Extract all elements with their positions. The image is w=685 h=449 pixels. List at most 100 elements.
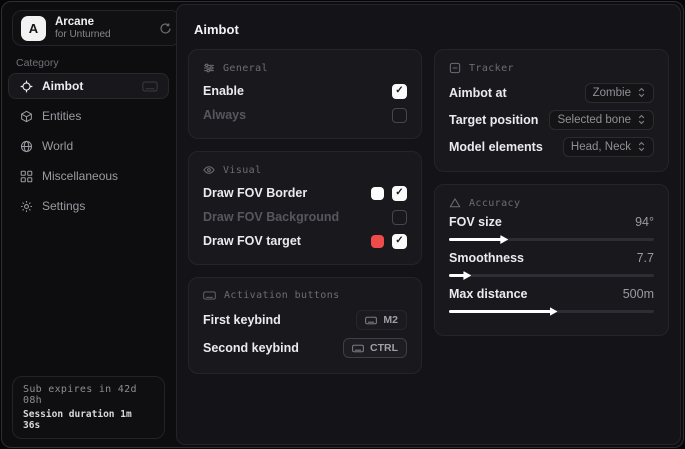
always-checkbox[interactable] — [392, 108, 407, 123]
main-panel: Aimbot General — [176, 4, 681, 445]
brand-card: A Arcane for Unturned — [12, 10, 181, 46]
target-position-select[interactable]: Selected bone — [549, 110, 654, 130]
setting-row-enable: Enable — [203, 80, 407, 102]
card-activation-buttons: Activation buttons First keybind M2 Seco… — [188, 277, 422, 374]
slider-fill — [449, 274, 465, 277]
sidebar-item-label: Entities — [42, 109, 81, 123]
setting-row-model-elements: Model elements Head, Neck — [449, 134, 654, 159]
first-keybind-button[interactable]: M2 — [356, 310, 407, 330]
sidebar-item-entities[interactable]: Entities — [8, 103, 169, 129]
second-keybind-button[interactable]: CTRL — [343, 338, 407, 358]
setting-label: Enable — [203, 84, 244, 98]
card-tracker: Tracker Aimbot at Zombie Target position — [434, 49, 669, 172]
fov-target-checkbox[interactable] — [392, 234, 407, 249]
keyboard-icon — [352, 344, 364, 353]
setting-label: FOV size — [449, 215, 502, 229]
right-column: Tracker Aimbot at Zombie Target position — [434, 49, 669, 374]
setting-row-target-position: Target position Selected bone — [449, 107, 654, 132]
triangle-icon — [449, 197, 461, 209]
sidebar-item-world[interactable]: World — [8, 133, 169, 159]
card-visual: Visual Draw FOV Border Draw FOV Backgrou… — [188, 151, 422, 265]
chevron-up-down-icon — [637, 141, 646, 152]
slider-group-smoothness: Smoothness 7.7 — [449, 251, 654, 277]
setting-row-first-keybind: First keybind M2 — [203, 307, 407, 333]
enable-checkbox[interactable] — [392, 84, 407, 99]
sidebar-item-miscellaneous[interactable]: Miscellaneous — [8, 163, 169, 189]
fov-background-checkbox[interactable] — [392, 210, 407, 225]
max-distance-slider[interactable] — [449, 310, 654, 313]
slider-value: 94° — [635, 215, 654, 229]
setting-label: First keybind — [203, 313, 281, 327]
sidebar-item-aimbot[interactable]: Aimbot — [8, 73, 169, 99]
setting-label: Draw FOV Border — [203, 186, 307, 200]
eye-icon — [203, 164, 215, 176]
keybind-hint-icon — [142, 81, 158, 92]
setting-row-aimbot-at: Aimbot at Zombie — [449, 80, 654, 105]
setting-label: Aimbot at — [449, 86, 507, 100]
color-swatch[interactable] — [371, 235, 384, 248]
card-activation-header: Activation buttons — [203, 290, 407, 301]
select-value: Head, Neck — [571, 141, 631, 153]
sidebar-item-settings[interactable]: Settings — [8, 193, 169, 219]
sliders-icon — [203, 62, 215, 74]
card-title: General — [223, 63, 268, 74]
brand-text: Arcane for Unturned — [55, 16, 150, 41]
slider-value: 500m — [623, 287, 654, 301]
sidebar-item-label: Miscellaneous — [42, 169, 118, 183]
slider-value: 7.7 — [637, 251, 654, 265]
select-value: Selected bone — [557, 114, 631, 126]
slider-thumb[interactable] — [550, 307, 558, 316]
setting-row-fov-background: Draw FOV Background — [203, 206, 407, 228]
category-label: Category — [16, 57, 59, 69]
session-duration-text: Session duration 1m 36s — [23, 409, 154, 431]
sidebar-item-label: Settings — [42, 199, 85, 213]
app-window: A Arcane for Unturned Category Aimbot — [1, 1, 684, 448]
slider-thumb[interactable] — [463, 271, 471, 280]
subscription-info: Sub expires in 42d 08h Session duration … — [12, 376, 165, 439]
cube-icon — [19, 110, 33, 123]
setting-row-always: Always — [203, 104, 407, 126]
cards-layout: General Enable Always — [177, 49, 680, 374]
card-general-header: General — [203, 62, 407, 74]
square-minus-icon — [449, 62, 461, 74]
app-subtitle: for Unturned — [55, 29, 150, 41]
setting-row-fov-border: Draw FOV Border — [203, 182, 407, 204]
chevron-up-down-icon — [637, 114, 646, 125]
fov-size-slider[interactable] — [449, 238, 654, 241]
app-logo: A — [21, 16, 46, 41]
card-tracker-header: Tracker — [449, 62, 654, 74]
sidebar: A Arcane for Unturned Category Aimbot — [2, 2, 175, 447]
smoothness-slider[interactable] — [449, 274, 654, 277]
keyboard-icon — [203, 290, 216, 301]
setting-label: Draw FOV Background — [203, 210, 339, 224]
color-swatch[interactable] — [371, 187, 384, 200]
keybind-value: M2 — [383, 314, 398, 326]
setting-row-second-keybind: Second keybind CTRL — [203, 335, 407, 361]
card-title: Accuracy — [469, 198, 520, 209]
select-value: Zombie — [593, 87, 631, 99]
globe-icon — [19, 140, 33, 153]
card-title: Activation buttons — [224, 290, 340, 301]
crosshair-icon — [19, 80, 33, 93]
fov-border-checkbox[interactable] — [392, 186, 407, 201]
setting-label: Model elements — [449, 140, 543, 154]
card-visual-header: Visual — [203, 164, 407, 176]
gear-icon — [19, 200, 33, 213]
setting-row-fov-target: Draw FOV target — [203, 230, 407, 252]
card-accuracy-header: Accuracy — [449, 197, 654, 209]
slider-group-max-distance: Max distance 500m — [449, 287, 654, 313]
logo-letter: A — [29, 21, 38, 36]
page-title: Aimbot — [177, 5, 680, 49]
left-column: General Enable Always — [188, 49, 422, 374]
refresh-icon[interactable] — [159, 22, 172, 35]
sub-expiry-text: Sub expires in 42d 08h — [23, 384, 154, 406]
setting-label: Always — [203, 108, 246, 122]
screen: A Arcane for Unturned Category Aimbot — [0, 0, 685, 449]
setting-label: Draw FOV target — [203, 234, 301, 248]
keybind-value: CTRL — [370, 342, 398, 354]
aimbot-at-select[interactable]: Zombie — [585, 83, 654, 103]
slider-thumb[interactable] — [500, 235, 508, 244]
setting-label: Target position — [449, 113, 538, 127]
slider-group-fov-size: FOV size 94° — [449, 215, 654, 241]
model-elements-select[interactable]: Head, Neck — [563, 137, 654, 157]
